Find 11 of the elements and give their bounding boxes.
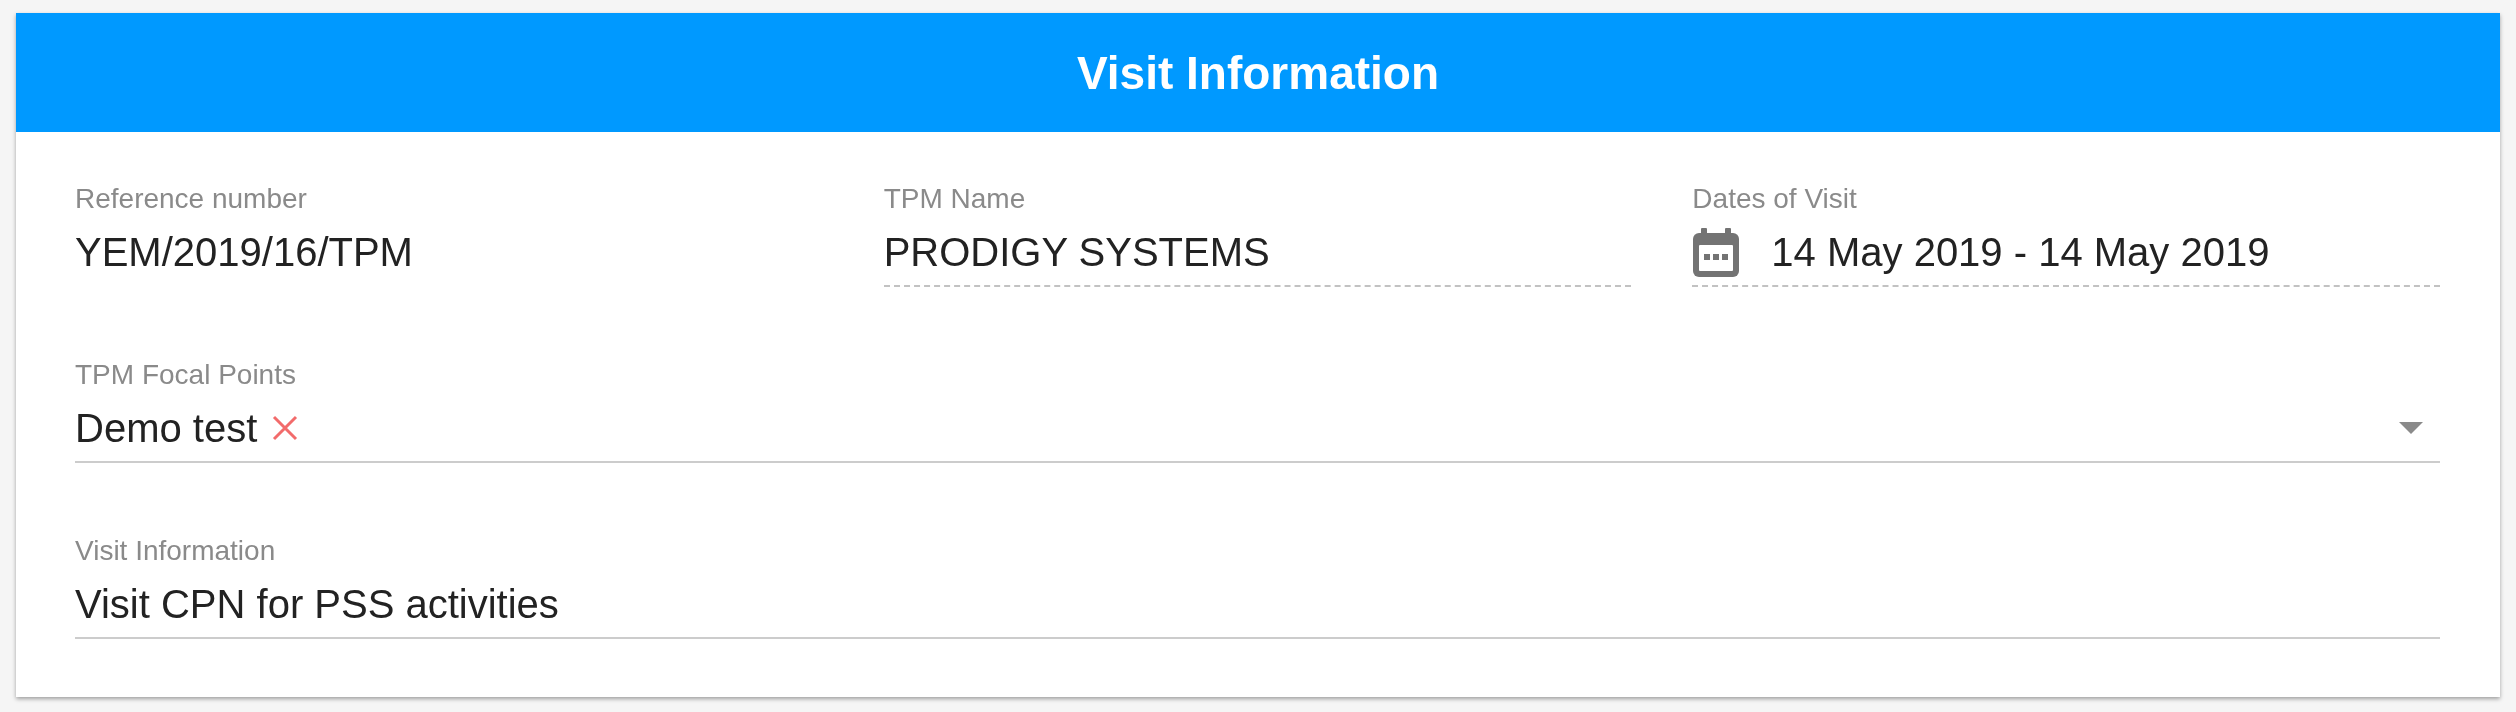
field-label: TPM Name [883,183,1026,215]
remove-icon[interactable] [272,415,299,441]
field-label: Visit Information [75,535,276,567]
select-field[interactable]: Demo test [75,403,2440,463]
field-label: TPM Focal Points [75,359,296,391]
field-label: Reference number [75,183,307,215]
field-label: Dates of Visit [1692,183,1857,215]
card-title: Visit Information [1076,45,1440,101]
text-field[interactable]: Visit CPN for PSS activities [75,579,2440,639]
field-value: YEM/2019/16/TPM [75,229,413,276]
dropdown-arrow-icon[interactable] [2399,422,2423,434]
